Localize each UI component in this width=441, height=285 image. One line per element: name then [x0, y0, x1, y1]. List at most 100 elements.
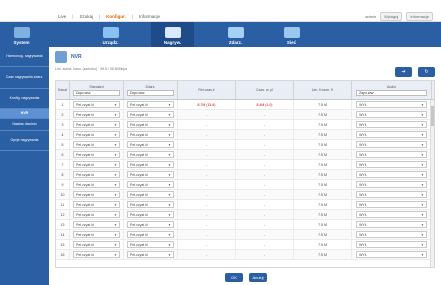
audio-select[interactable]: WYŁ ▼	[356, 141, 427, 148]
zdarz-select[interactable]: Peł.czyat kl ▼	[127, 151, 174, 158]
topnav-info[interactable]: Informacje	[139, 14, 160, 19]
zdarz-select[interactable]: Peł.czyat kl ▼	[127, 251, 174, 258]
cell-zdarz: Peł.czyat kl ▼	[124, 130, 178, 139]
cell-standard: Peł.czyat kl ▼	[70, 180, 124, 189]
standard-all-select[interactable]: Zapo.wsz	[72, 89, 121, 96]
cell-value: -	[205, 212, 208, 217]
standard-select[interactable]: Peł.czyat kl ▼	[73, 111, 120, 118]
chevron-down-icon: ▼	[420, 112, 424, 117]
cell-value: -	[263, 122, 266, 127]
save-tool-button[interactable]: ➜	[395, 67, 412, 77]
standard-select[interactable]: Peł.czyat kl ▼	[73, 151, 120, 158]
select-value: WYŁ	[359, 182, 367, 187]
event-all-select[interactable]: Zapo.wsz	[126, 89, 175, 96]
standard-select[interactable]: Peł.czyat kl ▼	[73, 231, 120, 238]
standard-select[interactable]: Peł.czyat kl ▼	[73, 101, 120, 108]
cell-value: 7.5 M	[318, 242, 327, 247]
audio-select[interactable]: WYŁ ▼	[356, 111, 427, 118]
table-row: 13 Peł.czyat kl ▼ Peł.czyat kl ▼ - - 7.5 M WYŁ ▼	[56, 220, 434, 230]
zdarz-select[interactable]: Peł.czyat kl ▼	[127, 141, 174, 148]
select-value: WYŁ	[359, 202, 367, 207]
audio-select[interactable]: WYŁ ▼	[356, 181, 427, 188]
standard-select[interactable]: Peł.czyat kl ▼	[73, 171, 120, 178]
info-button[interactable]: Informacje	[406, 12, 433, 21]
refresh-tool-button[interactable]: ↻	[418, 67, 435, 77]
standard-select[interactable]: Peł.czyat kl ▼	[73, 141, 120, 148]
zdarz-select[interactable]: Peł.czyat kl ▼	[127, 201, 174, 208]
sidebar-item-record-options[interactable]: Opcje nagrywania	[0, 131, 49, 151]
standard-select[interactable]: Peł.czyat kl ▼	[73, 161, 120, 168]
standard-select[interactable]: Peł.czyat kl ▼	[73, 181, 120, 188]
zdarz-select[interactable]: Peł.czyat kl ▼	[127, 121, 174, 128]
audio-select[interactable]: WYŁ ▼	[356, 151, 427, 158]
tab-network[interactable]: Sieć	[270, 22, 313, 47]
zdarz-select[interactable]: Peł.czyat kl ▼	[127, 221, 174, 228]
user-bar: admin Wyloguj Informacje	[365, 12, 433, 21]
logout-button[interactable]: Wyloguj	[380, 12, 403, 21]
tab-event[interactable]: Zdarz.	[214, 22, 257, 47]
audio-select[interactable]: WYŁ ▼	[356, 211, 427, 218]
sidebar-item-schedule[interactable]: Harmonog. nagrywania	[0, 47, 49, 67]
audio-all-select[interactable]: Zapo.wsz	[355, 89, 428, 96]
audio-select[interactable]: WYŁ ▼	[356, 231, 427, 238]
zdarz-select[interactable]: Peł.czyat kl ▼	[127, 231, 174, 238]
select-value: WYŁ	[359, 232, 367, 237]
tab-device[interactable]: Urządz.	[89, 22, 132, 47]
zdarz-select[interactable]: Peł.czyat kl ▼	[127, 171, 174, 178]
topnav-search[interactable]: Szukaj	[79, 14, 93, 19]
standard-select[interactable]: Peł.czyat kl ▼	[73, 201, 120, 208]
select-value: Peł.czyat kl	[76, 142, 94, 147]
audio-select[interactable]: WYŁ ▼	[356, 201, 427, 208]
main-tabs: System Urządz. Nagryw. Zdarz. Sieć	[0, 22, 441, 47]
zdarz-select[interactable]: Peł.czyat kl ▼	[127, 211, 174, 218]
cell-standard: Peł.czyat kl ▼	[70, 250, 124, 259]
standard-select[interactable]: Peł.czyat kl ▼	[73, 251, 120, 258]
tab-record[interactable]: Nagryw.	[151, 22, 194, 47]
cell-lim: 7.5 M	[294, 110, 352, 119]
zdarz-select[interactable]: Peł.czyat kl ▼	[127, 161, 174, 168]
sidebar-item-dual-stream[interactable]: Nawias dwoisto	[0, 119, 49, 131]
zdarz-select[interactable]: Peł.czyat kl ▼	[127, 111, 174, 118]
cell-rel: -	[178, 180, 236, 189]
ok-button[interactable]: OK	[225, 273, 243, 282]
sidebar-item-record-config[interactable]: Konfig. nagrywania	[0, 89, 49, 109]
zdarz-select[interactable]: Peł.czyat kl ▼	[127, 181, 174, 188]
zdarz-select[interactable]: Peł.czyat kl ▼	[127, 241, 174, 248]
cell-value: 12	[60, 212, 65, 217]
topnav-config[interactable]: Konfigur.	[106, 14, 126, 19]
tab-system[interactable]: System	[0, 22, 43, 47]
topnav-live[interactable]: Live	[58, 14, 66, 19]
cell-standard: Peł.czyat kl ▼	[70, 210, 124, 219]
audio-select[interactable]: WYŁ ▼	[356, 121, 427, 128]
sidebar-item-nvr[interactable]: NVR	[0, 109, 49, 119]
chevron-down-icon: ▼	[113, 142, 117, 147]
cell-value: 7	[61, 162, 64, 167]
standard-select[interactable]: Peł.czyat kl ▼	[73, 221, 120, 228]
audio-select[interactable]: WYŁ ▼	[356, 101, 427, 108]
standard-select[interactable]: Peł.czyat kl ▼	[73, 191, 120, 198]
chevron-down-icon: ▼	[167, 202, 171, 207]
zdarz-select[interactable]: Peł.czyat kl ▼	[127, 101, 174, 108]
audio-select[interactable]: WYŁ ▼	[356, 191, 427, 198]
zdarz-select[interactable]: Peł.czyat kl ▼	[127, 131, 174, 138]
standard-select[interactable]: Peł.czyat kl ▼	[73, 131, 120, 138]
audio-select[interactable]: WYŁ ▼	[356, 131, 427, 138]
cell-audio: WYŁ ▼	[352, 120, 432, 129]
standard-select[interactable]: Peł.czyat kl ▼	[73, 241, 120, 248]
zdarz-select[interactable]: Peł.czyat kl ▼	[127, 191, 174, 198]
sidebar-item-event-time[interactable]: Czas nagrywania zdarz.	[0, 67, 49, 89]
scroll-thumb[interactable]	[431, 106, 434, 126]
cell-value: -	[205, 122, 208, 127]
select-value: Peł.czyat kl	[76, 132, 94, 137]
audio-select[interactable]: WYŁ ▼	[356, 171, 427, 178]
table-scrollbar[interactable]	[430, 100, 434, 267]
cancel-button[interactable]: Anuluj	[249, 273, 267, 282]
standard-select[interactable]: Peł.czyat kl ▼	[73, 211, 120, 218]
standard-select[interactable]: Peł.czyat kl ▼	[73, 121, 120, 128]
cell-value: 7.5 M	[318, 202, 327, 207]
select-value: Peł.czyat kl	[76, 102, 94, 107]
audio-select[interactable]: WYŁ ▼	[356, 221, 427, 228]
audio-select[interactable]: WYŁ ▼	[356, 251, 427, 258]
audio-select[interactable]: WYŁ ▼	[356, 241, 427, 248]
audio-select[interactable]: WYŁ ▼	[356, 161, 427, 168]
